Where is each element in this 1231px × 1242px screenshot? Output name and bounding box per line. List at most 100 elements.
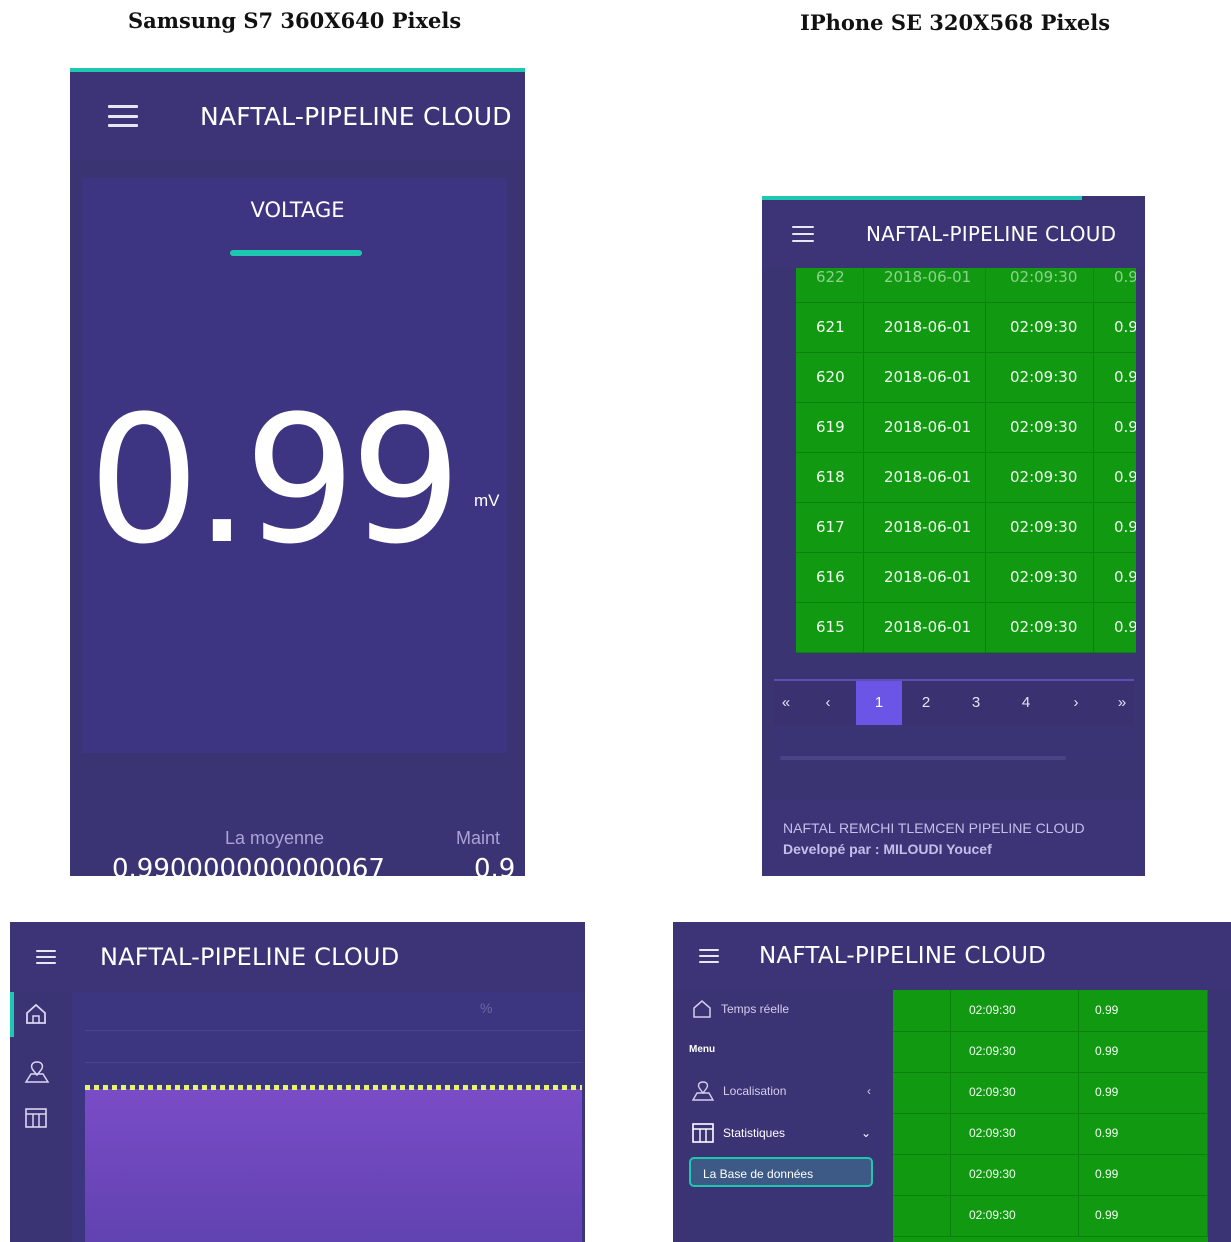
- horizontal-scrollbar[interactable]: [780, 756, 1066, 760]
- table-row: 02:09:30 0.99: [893, 1031, 1208, 1073]
- pager-page-3[interactable]: 3: [964, 681, 988, 725]
- sidebar-item-realtime[interactable]: Temps réelle: [691, 998, 789, 1020]
- average-label: La moyenne: [225, 828, 325, 848]
- table-cell: 0.9: [1094, 302, 1136, 352]
- maint-value: 0.9: [474, 854, 516, 876]
- table-cell: 621: [796, 302, 864, 352]
- maint-label: Maint: [456, 828, 501, 848]
- pager-page-2[interactable]: 2: [914, 681, 938, 725]
- vertical-scrollbar[interactable]: [1208, 990, 1231, 1242]
- table-row: 615 2018-06-01 02:09:30 0.9: [796, 602, 1136, 653]
- table-cell: 02:09:30: [986, 402, 1094, 452]
- sidebar-item-label: Localisation: [723, 1084, 787, 1098]
- table-cell: 2018-06-01: [864, 302, 986, 352]
- table-cell: 615: [796, 602, 864, 652]
- app-title: NAFTAL-PIPELINE CLOUD: [200, 101, 512, 131]
- average-value: 0.990000000000067: [112, 854, 385, 876]
- samsung-screen: NAFTAL-PIPELINE CLOUD VOLTAGE 0.99 mV La…: [70, 68, 525, 876]
- table-row: 620 2018-06-01 02:09:30 0.9: [796, 352, 1136, 403]
- table-cell: 02:09:30: [951, 1113, 1079, 1154]
- table-cell: 0.99: [1079, 1195, 1208, 1236]
- footer-title: NAFTAL REMCHI TLEMCEN PIPELINE CLOUD: [783, 820, 1085, 836]
- table-icon[interactable]: [24, 1106, 48, 1130]
- table-cell: 2018-06-01: [864, 552, 986, 602]
- table-row: 02:09:30 0.99: [893, 1154, 1208, 1196]
- table-cell: 622: [796, 268, 864, 302]
- table-cell: 620: [796, 352, 864, 402]
- table-row: 616 2018-06-01 02:09:30 0.9: [796, 552, 1136, 603]
- table-row: 617 2018-06-01 02:09:30 0.9: [796, 502, 1136, 553]
- menu-icon[interactable]: [792, 226, 814, 242]
- menu-icon[interactable]: [36, 950, 56, 964]
- app-footer: [762, 801, 1145, 876]
- app-bar: NAFTAL-PIPELINE CLOUD: [10, 922, 585, 992]
- table-row: 02:09:30 0.99: [893, 1195, 1208, 1237]
- home-icon: [693, 1000, 711, 1018]
- table-row: 619 2018-06-01 02:09:30 0.9: [796, 402, 1136, 453]
- app-bar: NAFTAL-PIPELINE CLOUD: [70, 72, 525, 160]
- series-line: [85, 1085, 582, 1090]
- tab-voltage[interactable]: VOLTAGE: [70, 198, 525, 222]
- pager-page-4[interactable]: 4: [1014, 681, 1038, 725]
- table-cell: 0.99: [1079, 1072, 1208, 1113]
- table-cell: 618: [796, 452, 864, 502]
- pager-prev-button[interactable]: ‹: [816, 681, 840, 725]
- table-cell: 02:09:30: [986, 268, 1094, 302]
- table-cell: 2018-06-01: [864, 268, 986, 302]
- table-cell: [893, 1072, 951, 1113]
- home-icon[interactable]: [24, 1002, 48, 1026]
- table-cell: 02:09:30: [986, 502, 1094, 552]
- table-cell: 02:09:30: [951, 1031, 1079, 1072]
- pager-next-button[interactable]: ›: [1064, 681, 1088, 725]
- table-cell: 02:09:30: [951, 1195, 1079, 1236]
- table-cell: [893, 1031, 951, 1072]
- map-icon[interactable]: [24, 1060, 50, 1084]
- desktop-screen: NAFTAL-PIPELINE CLOUD Temps réelle Menu …: [673, 922, 1231, 1242]
- chevron-left-icon: ‹: [867, 1084, 871, 1098]
- footer-credit: Developé par : MILOUDI Youcef: [783, 841, 992, 857]
- pager-last-button[interactable]: »: [1110, 681, 1134, 725]
- table-row: 618 2018-06-01 02:09:30 0.9: [796, 452, 1136, 503]
- database-button[interactable]: La Base de données: [689, 1157, 873, 1187]
- table-cell: 02:09:30: [951, 990, 1079, 1031]
- table-cell: [893, 1195, 951, 1236]
- table-row: 02:09:30 0.99: [893, 1072, 1208, 1114]
- table-cell: 0.99: [1079, 1154, 1208, 1195]
- table-cell: 0.9: [1094, 452, 1136, 502]
- pagination: « ‹ 1 2 3 4 › »: [774, 679, 1134, 725]
- app-title: NAFTAL-PIPELINE CLOUD: [100, 943, 400, 971]
- menu-icon[interactable]: [108, 105, 138, 127]
- voltage-value: 0.99: [88, 378, 462, 583]
- table-cell: 0.9: [1094, 352, 1136, 402]
- voltage-unit: mV: [474, 491, 500, 510]
- axis-unit-label: %: [480, 1000, 493, 1016]
- table-cell: 02:09:30: [951, 1072, 1079, 1113]
- app-title: NAFTAL-PIPELINE CLOUD: [866, 222, 1117, 246]
- sidebar-item-statistiques[interactable]: Statistiques ⌄: [691, 1122, 871, 1144]
- table-cell: [893, 990, 951, 1031]
- table-cell: 0.9: [1094, 268, 1136, 302]
- sidebar-item-localisation[interactable]: Localisation ‹: [691, 1080, 871, 1102]
- pager-first-button[interactable]: «: [774, 681, 798, 725]
- iphone-screen: NAFTAL-PIPELINE CLOUD 622 2018-06-01 02:09…: [762, 196, 1145, 876]
- app-bar: NAFTAL-PIPELINE CLOUD: [762, 200, 1145, 268]
- table-row: 02:09:30 0.99: [893, 1113, 1208, 1155]
- pager-page-1[interactable]: 1: [856, 681, 902, 725]
- table-cell: 0.9: [1094, 602, 1136, 652]
- active-indicator: [10, 992, 14, 1037]
- table-row: 02:09:30 0.99: [893, 990, 1208, 1032]
- tablet-screen: NAFTAL-PIPELINE CLOUD %: [10, 922, 585, 1242]
- menu-icon[interactable]: [699, 949, 719, 963]
- app-title: NAFTAL-PIPELINE CLOUD: [759, 943, 1047, 969]
- table-cell: 02:09:30: [951, 1154, 1079, 1195]
- area-fill: [85, 1089, 582, 1242]
- table-cell: 616: [796, 552, 864, 602]
- app-bar: NAFTAL-PIPELINE CLOUD: [673, 922, 1231, 990]
- map-icon: [691, 1081, 715, 1101]
- table-cell: 0.99: [1079, 990, 1208, 1031]
- sidebar-item-label: Statistiques: [723, 1126, 786, 1140]
- sidebar-item-label: Temps réelle: [721, 1002, 790, 1016]
- data-table: 622 2018-06-01 02:09:30 0.9 621 2018-06-01 02:…: [796, 268, 1136, 653]
- table-cell: 0.9: [1094, 552, 1136, 602]
- data-table: 02:09:30 0.99 02:09:30 0.99 02:09:30 0.99 02:0…: [893, 990, 1208, 1242]
